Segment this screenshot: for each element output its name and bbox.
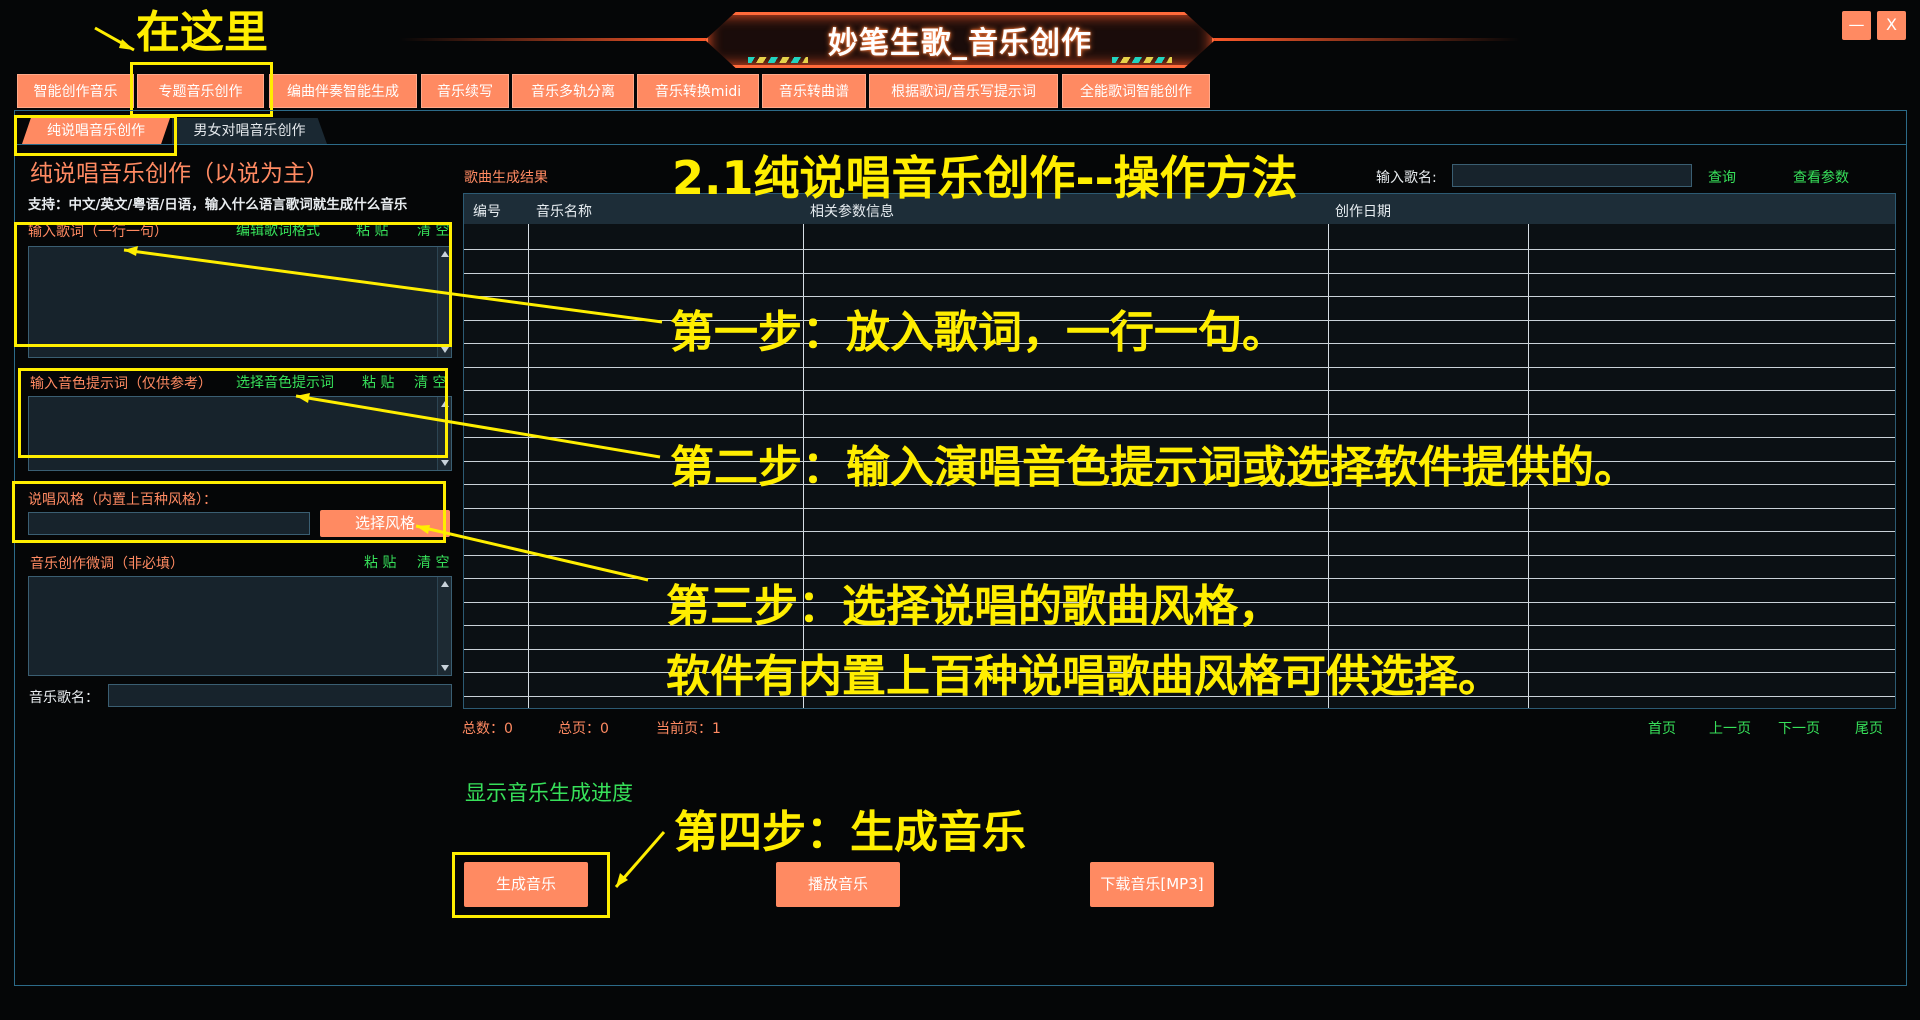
arrow-step3-icon [415,524,649,582]
arrow-step2-icon [295,394,661,459]
annotation-arrows [94,26,666,888]
arrow-lines [94,26,666,888]
arrow-heads [119,39,628,887]
arrowhead-icon [296,393,310,403]
arrowhead-icon [416,525,430,534]
arrowhead-icon [124,246,138,256]
arrowhead-icon [119,39,134,50]
arrow-step1-icon [123,248,663,324]
